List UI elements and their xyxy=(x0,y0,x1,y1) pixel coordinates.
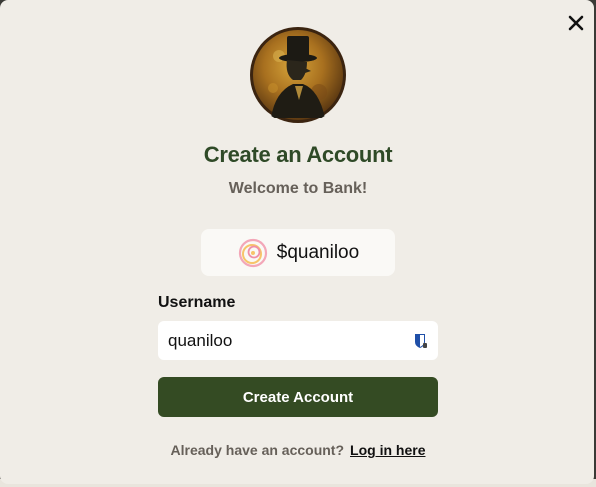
login-prompt-text: Already have an account? xyxy=(170,442,345,458)
close-button[interactable] xyxy=(564,11,588,35)
create-account-button[interactable]: Create Account xyxy=(158,377,438,417)
top-hat-gentleman-portrait-icon xyxy=(250,27,346,123)
create-account-modal: Create an Account Welcome to Bank! $quan… xyxy=(0,0,594,484)
login-link[interactable]: Log in here xyxy=(350,442,425,458)
modal-title: Create an Account xyxy=(203,142,393,167)
close-icon xyxy=(568,15,584,31)
modal-subtitle: Welcome to Bank! xyxy=(228,180,368,197)
username-field[interactable]: quaniloo xyxy=(158,321,438,360)
handle-badge: $quaniloo xyxy=(201,229,395,276)
username-label: Username xyxy=(158,294,236,311)
swirl-icon xyxy=(238,238,267,267)
avatar xyxy=(249,26,347,124)
login-prompt: Already have an account? Log in here xyxy=(0,442,596,458)
username-input-value[interactable]: quaniloo xyxy=(168,331,414,351)
handle-text: $quaniloo xyxy=(276,241,360,263)
password-manager-icon[interactable] xyxy=(414,333,428,349)
